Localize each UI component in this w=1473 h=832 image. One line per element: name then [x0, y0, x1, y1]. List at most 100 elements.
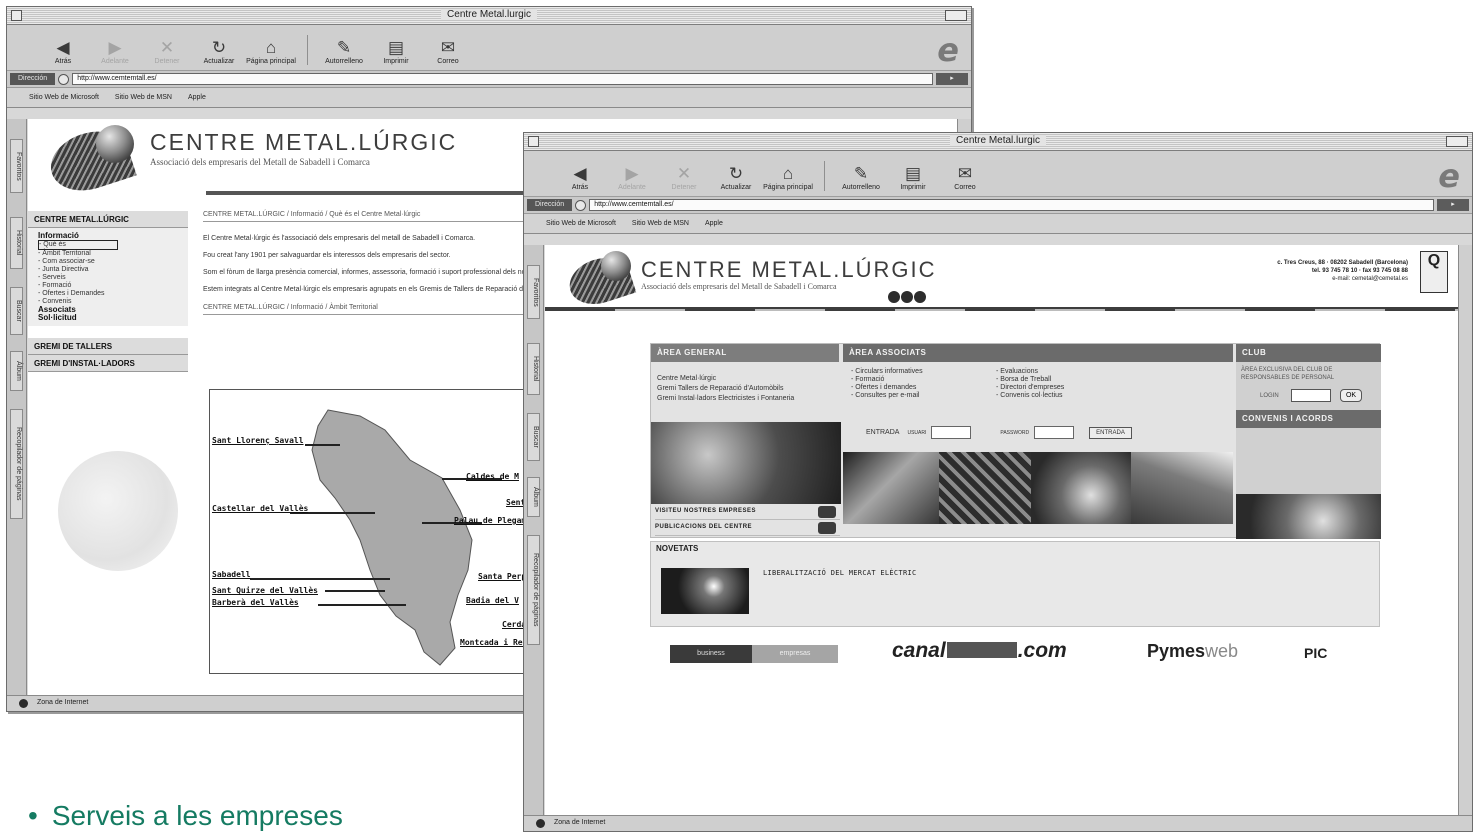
- refresh-button[interactable]: ↻ Actualizar: [193, 38, 245, 65]
- map-leader-line: [325, 590, 385, 592]
- print-icon: ▤: [904, 164, 922, 183]
- browser-logo-icon: e: [937, 31, 959, 69]
- nav-item[interactable]: - Àmbit Territorial: [38, 250, 178, 258]
- sponsor-pic[interactable]: PIC: [1304, 645, 1327, 661]
- associats-link[interactable]: - Borsa de Treball: [996, 376, 1064, 384]
- password-input[interactable]: [1034, 426, 1075, 439]
- sponsor-pymesweb[interactable]: Pymesweb: [1147, 641, 1238, 662]
- window-titlebar[interactable]: Centre Metal.lurgic: [7, 7, 971, 25]
- map-place: Sant Quirze del Vallès: [212, 586, 318, 595]
- nav-head-tallers[interactable]: GREMI DE TALLERS: [28, 338, 188, 355]
- favorite-link[interactable]: Apple: [705, 220, 723, 227]
- associats-link[interactable]: - Ofertes i demandes: [851, 384, 923, 392]
- side-tab-history[interactable]: Historial: [10, 217, 23, 269]
- vertical-scrollbar[interactable]: [1458, 245, 1472, 815]
- entrada-label: ENTRADA: [866, 429, 900, 436]
- sponsor-canal[interactable]: canal .com: [892, 639, 1067, 663]
- stop-button[interactable]: ✕ Detener: [141, 38, 193, 65]
- forward-button[interactable]: ▶ Adelante: [606, 164, 658, 191]
- print-button[interactable]: ▤ Imprimir: [370, 38, 422, 65]
- back-button[interactable]: ◀ Atrás: [554, 164, 606, 191]
- explorer-side-tabs: Favoritos Historial Buscar Álbum Recopil…: [524, 245, 544, 815]
- favorite-link[interactable]: Sitio Web de MSN: [115, 94, 172, 101]
- quick-link-empreses[interactable]: VISITEU NOSTRES EMPRESES: [655, 504, 840, 520]
- side-tab-search[interactable]: Buscar: [10, 287, 23, 335]
- address-go-button[interactable]: ▸: [1437, 199, 1469, 211]
- side-tab-history[interactable]: Historial: [527, 343, 540, 395]
- associats-link[interactable]: - Directori d'empreses: [996, 384, 1064, 392]
- autofill-icon: ✎: [853, 164, 869, 183]
- nav-watermark-sphere: [58, 451, 178, 571]
- associats-link[interactable]: - Convenis col·lectius: [996, 392, 1064, 400]
- refresh-button[interactable]: ↻ Actualizar: [710, 164, 762, 191]
- nav-head-centre[interactable]: CENTRE METAL.LÚRGIC: [28, 211, 188, 228]
- back-button[interactable]: ◀ Atrás: [37, 38, 89, 65]
- associats-link[interactable]: - Evaluacions: [996, 368, 1064, 376]
- autofill-button[interactable]: ✎ Autorrelleno: [835, 164, 887, 191]
- side-tab-album[interactable]: Álbum: [527, 477, 540, 517]
- window-zoom-box[interactable]: [945, 10, 967, 21]
- nav-head-installadors[interactable]: GREMI D'INSTAL·LADORS: [28, 355, 188, 372]
- home-button[interactable]: ⌂ Página principal: [762, 164, 814, 191]
- favorite-link[interactable]: Apple: [188, 94, 206, 101]
- favorite-link[interactable]: Sitio Web de Microsoft: [546, 220, 616, 227]
- side-tab-album[interactable]: Álbum: [10, 351, 23, 391]
- eco-logo: [888, 290, 927, 308]
- territory-map-shape: [311, 409, 473, 666]
- sponsor-business-empresas[interactable]: business empresas: [670, 645, 838, 663]
- globe-icon: [58, 73, 70, 85]
- quick-link-publicacions[interactable]: PUBLICACIONS DEL CENTRE: [655, 520, 840, 536]
- nav-item[interactable]: Sol·licitud: [38, 314, 178, 322]
- password-label: PASSWORD: [1000, 429, 1030, 436]
- nav-item[interactable]: - Ofertes i Demandes: [38, 290, 178, 298]
- associats-link[interactable]: - Consultes per e-mail: [851, 392, 923, 400]
- area-general-link[interactable]: Centre Metal·lúrgic: [657, 374, 794, 384]
- area-general-link[interactable]: Gremi Instal·ladors Electricistes i Font…: [657, 394, 794, 404]
- window-titlebar[interactable]: Centre Metal.lurgic: [524, 133, 1472, 151]
- address-label: Dirección: [10, 73, 56, 85]
- club-login-input[interactable]: [1291, 389, 1331, 402]
- home-button[interactable]: ⌂ Página principal: [245, 38, 297, 65]
- area-general-link[interactable]: Gremi Tallers de Reparació d'Automòbils: [657, 384, 794, 394]
- forward-button[interactable]: ▶ Adelante: [89, 38, 141, 65]
- nav-item[interactable]: - Serveis: [38, 274, 178, 282]
- address-go-button[interactable]: ▸: [936, 73, 968, 85]
- address-input[interactable]: http://www.cemtemtall.es/: [589, 199, 1434, 211]
- associats-link[interactable]: - Circulars informatives: [851, 368, 923, 376]
- nav-item[interactable]: - Formació: [38, 282, 178, 290]
- stop-button[interactable]: ✕ Detener: [658, 164, 710, 191]
- nav-item-selected[interactable]: - Què és: [38, 240, 118, 250]
- site-tagline: Associació dels empresaris del Metall de…: [150, 157, 370, 167]
- nav-item[interactable]: - Junta Directiva: [38, 266, 178, 274]
- side-tab-scrapbook[interactable]: Recopilador de páginas: [10, 409, 23, 519]
- contact-info: c. Tres Creus, 88 · 08202 Sabadell (Barc…: [1277, 259, 1408, 283]
- side-tab-favorites[interactable]: Favoritos: [527, 265, 540, 319]
- favorite-link[interactable]: Sitio Web de MSN: [632, 220, 689, 227]
- club-panel: CLUB ÀREA EXCLUSIVA DEL CLUB DE RESPONSA…: [1236, 344, 1381, 539]
- side-tab-scrapbook[interactable]: Recopilador de páginas: [527, 535, 540, 645]
- home-icon: ⌂: [265, 38, 277, 57]
- favorite-link[interactable]: Sitio Web de Microsoft: [29, 94, 99, 101]
- side-tab-favorites[interactable]: Favoritos: [10, 139, 23, 193]
- mail-button[interactable]: ✉ Correo: [422, 38, 474, 65]
- club-go-button[interactable]: OK: [1340, 389, 1362, 402]
- usuari-input[interactable]: [931, 426, 972, 439]
- address-input[interactable]: http://www.cemtemtall.es/: [72, 73, 933, 85]
- quality-badge-icon: Q: [1420, 251, 1448, 293]
- map-place: Barberà del Vallès: [212, 598, 299, 607]
- entrada-button[interactable]: ENTRADA: [1089, 426, 1132, 439]
- window-zoom-box[interactable]: [1446, 136, 1468, 147]
- header-rule: [545, 307, 1458, 311]
- print-button[interactable]: ▤ Imprimir: [887, 164, 939, 191]
- autofill-button[interactable]: ✎ Autorrelleno: [318, 38, 370, 65]
- forward-arrow-icon: ▶: [108, 38, 122, 57]
- nav-item[interactable]: - Com associar-se: [38, 258, 178, 266]
- nav-item[interactable]: Informació: [38, 232, 178, 240]
- novetats-item-link[interactable]: LIBERALITZACIÓ DEL MERCAT ELÈCTRIC: [763, 569, 917, 577]
- industry-photo: [1131, 452, 1233, 524]
- contact-email[interactable]: e-mail: cemetal@cemetal.es: [1277, 275, 1408, 283]
- mail-button[interactable]: ✉ Correo: [939, 164, 991, 191]
- side-tab-search[interactable]: Buscar: [527, 413, 540, 461]
- window-title: Centre Metal.lurgic: [441, 9, 537, 20]
- associats-link[interactable]: - Formació: [851, 376, 923, 384]
